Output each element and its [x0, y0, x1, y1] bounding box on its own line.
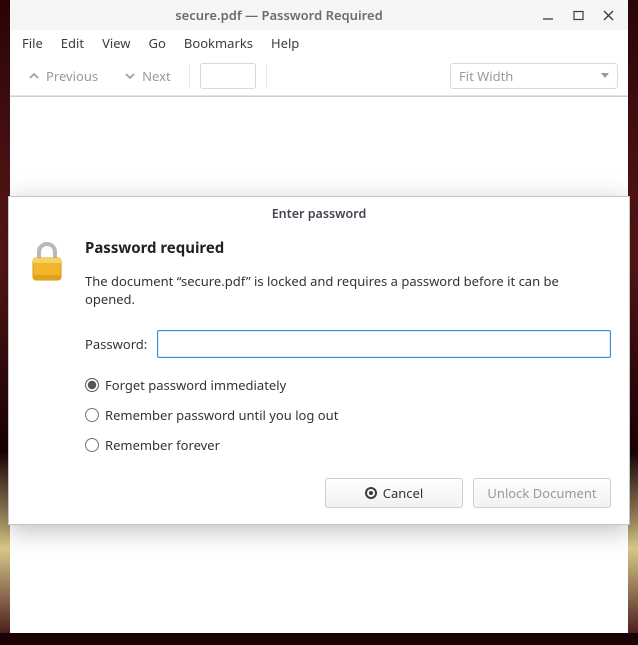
chevron-up-icon: [28, 70, 40, 82]
toolbar: Previous Next Fit Width: [10, 56, 628, 96]
toolbar-separator: [189, 65, 190, 87]
toolbar-separator: [266, 65, 267, 87]
menu-view[interactable]: View: [102, 34, 130, 52]
radio-until-logout-label: Remember password until you log out: [105, 406, 338, 424]
menubar: File Edit View Go Bookmarks Help: [10, 30, 628, 56]
window-title: secure.pdf — Password Required: [18, 6, 540, 24]
password-label: Password:: [85, 335, 147, 353]
radio-forever-label: Remember forever: [105, 436, 220, 454]
menu-edit[interactable]: Edit: [61, 34, 84, 52]
password-input[interactable]: [157, 330, 611, 358]
menu-file[interactable]: File: [22, 34, 43, 52]
radio-forget-label: Forget password immediately: [105, 376, 286, 394]
menu-bookmarks[interactable]: Bookmarks: [184, 34, 253, 52]
menu-go[interactable]: Go: [149, 34, 166, 52]
zoom-select[interactable]: Fit Width: [450, 63, 618, 89]
radio-forget-immediately[interactable]: [85, 378, 99, 392]
page-number-input[interactable]: [200, 63, 256, 89]
dialog-title: Enter password: [9, 197, 629, 228]
previous-button[interactable]: Previous: [20, 63, 106, 89]
cancel-label: Cancel: [383, 484, 423, 502]
radio-remember-forever[interactable]: [85, 438, 99, 452]
cancel-icon: [365, 487, 377, 499]
close-button[interactable]: [600, 7, 616, 23]
radio-remember-until-logout[interactable]: [85, 408, 99, 422]
dialog-message: The document “secure.pdf” is locked and …: [85, 272, 611, 308]
zoom-select-label: Fit Width: [459, 67, 513, 85]
menu-help[interactable]: Help: [271, 34, 299, 52]
minimize-button[interactable]: [540, 7, 556, 23]
password-dialog: Enter password Password required The doc…: [8, 196, 630, 525]
previous-label: Previous: [46, 67, 98, 85]
lock-icon: [27, 238, 69, 466]
dialog-heading: Password required: [85, 238, 611, 258]
maximize-button[interactable]: [570, 7, 586, 23]
unlock-label: Unlock Document: [487, 484, 596, 502]
cancel-button[interactable]: Cancel: [325, 478, 463, 508]
next-button[interactable]: Next: [116, 63, 179, 89]
dropdown-icon: [601, 73, 609, 78]
titlebar: secure.pdf — Password Required: [10, 0, 628, 30]
next-label: Next: [142, 67, 171, 85]
chevron-down-icon: [124, 70, 136, 82]
unlock-document-button[interactable]: Unlock Document: [473, 478, 611, 508]
